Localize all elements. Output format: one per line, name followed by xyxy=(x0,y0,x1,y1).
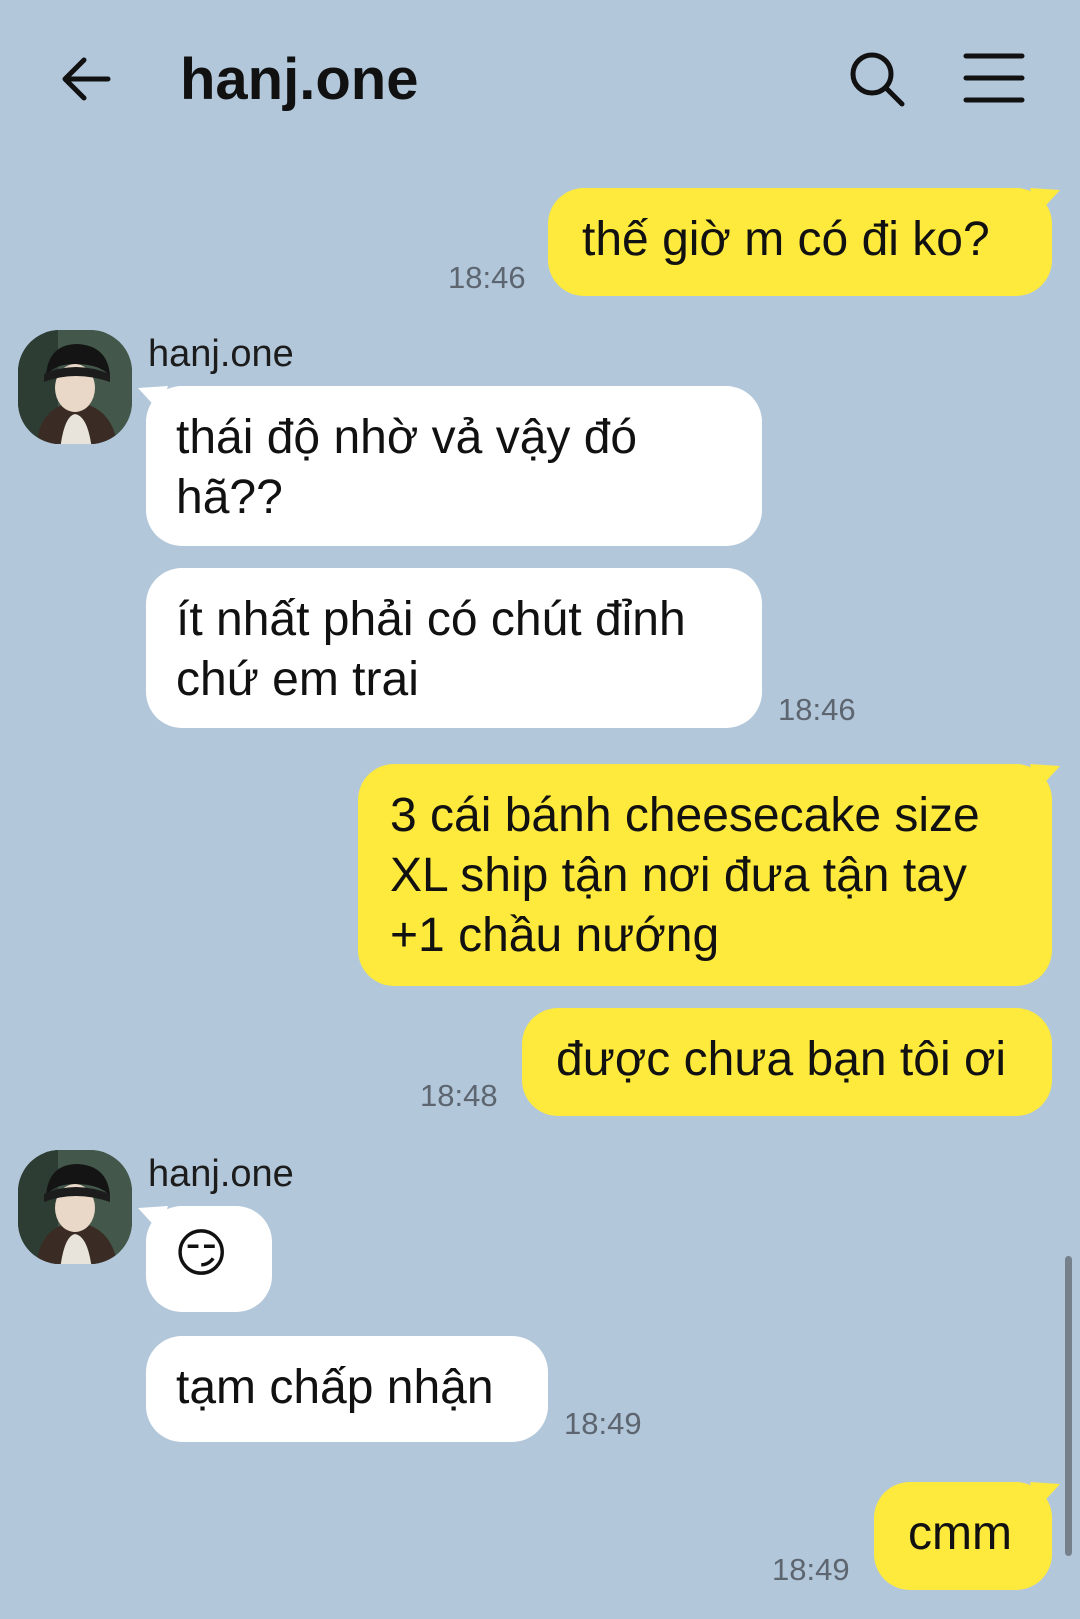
message-time: 18:46 xyxy=(448,260,526,295)
search-icon xyxy=(850,52,905,107)
bubble-tail xyxy=(138,1206,168,1232)
avatar[interactable] xyxy=(18,1150,132,1264)
message-time: 18:49 xyxy=(772,1552,850,1587)
avatar-image xyxy=(18,330,132,444)
message-bubble-incoming[interactable]: thái độ nhờ vả vậy đó hã?? xyxy=(146,386,762,546)
scrollbar-thumb[interactable] xyxy=(1065,1256,1072,1556)
message-text-line: 3 cái bánh cheesecake size xyxy=(390,789,980,842)
hamburger-menu-icon xyxy=(963,53,1025,103)
message-text-line: chứ em trai xyxy=(176,653,419,706)
message-text-line: hã?? xyxy=(176,471,283,524)
message-time: 18:46 xyxy=(778,692,856,727)
sender-name: hanj.one xyxy=(148,1153,294,1195)
bubble-tail xyxy=(1030,1482,1060,1508)
message-text: được chưa bạn tôi ơi xyxy=(556,1033,1007,1086)
message-bubble-outgoing[interactable]: cmm xyxy=(874,1482,1052,1590)
message-text: cmm xyxy=(908,1507,1012,1560)
menu-button[interactable] xyxy=(962,50,1026,106)
arrow-left-icon xyxy=(62,57,111,101)
search-button[interactable] xyxy=(846,48,908,110)
smirk-emoji: 😏 xyxy=(174,1225,229,1283)
message-text: thế giờ m có đi ko? xyxy=(582,213,990,266)
message-bubble-outgoing[interactable]: 3 cái bánh cheesecake size XL ship tận n… xyxy=(358,764,1052,986)
avatar-image xyxy=(18,1150,132,1264)
chat-title: hanj.one xyxy=(180,47,419,112)
message-time: 18:49 xyxy=(564,1406,642,1441)
message-text-line: thái độ nhờ vả vậy đó xyxy=(176,411,638,464)
message-text-line: +1 chầu nướng xyxy=(390,909,720,962)
bubble-tail xyxy=(1030,188,1060,214)
sender-name: hanj.one xyxy=(148,333,294,375)
message-text: tạm chấp nhận xyxy=(176,1361,494,1414)
message-bubble-outgoing[interactable]: được chưa bạn tôi ơi xyxy=(522,1008,1052,1116)
avatar[interactable] xyxy=(18,330,132,444)
bubble-tail xyxy=(138,386,168,412)
back-button[interactable] xyxy=(56,48,118,110)
message-text-line: XL ship tận nơi đưa tận tay xyxy=(390,849,967,902)
message-bubble-incoming[interactable]: tạm chấp nhận xyxy=(146,1336,548,1442)
bubble-tail xyxy=(1030,764,1060,790)
message-bubble-incoming[interactable]: ít nhất phải có chút đỉnh chứ em trai xyxy=(146,568,762,728)
message-text-line: ít nhất phải có chút đỉnh xyxy=(176,593,686,646)
message-time: 18:48 xyxy=(420,1078,498,1113)
message-bubble-outgoing[interactable]: thế giờ m có đi ko? xyxy=(548,188,1052,296)
